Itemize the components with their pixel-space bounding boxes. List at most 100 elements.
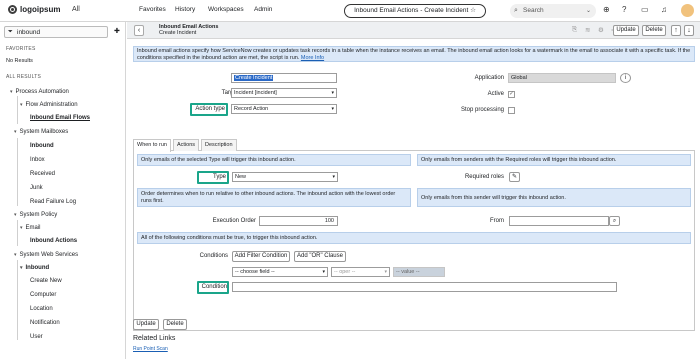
required-roles-label: Required roles [464, 174, 504, 180]
global-search-input[interactable]: ⌕ Search ⌄ [510, 4, 596, 18]
form-subtitle: Create Incident [159, 30, 197, 36]
top-navigation-bar: logoipsum All Favorites History Workspac… [0, 0, 700, 22]
active-checkbox[interactable]: ✓ [508, 91, 515, 98]
chevron-down-icon: ▾ [20, 102, 23, 108]
sidebar-item-system-policy[interactable]: ▾ System Policy [14, 212, 57, 218]
logo[interactable]: logoipsum [8, 5, 60, 14]
add-or-clause-button[interactable]: Add "OR" Clause [294, 251, 346, 262]
type-select[interactable]: New ▾ [232, 172, 338, 182]
all-results-heading: ALL RESULTS [6, 74, 41, 80]
sidebar-item-computer[interactable]: Computer [30, 292, 56, 298]
user-avatar[interactable] [681, 4, 694, 17]
from-field[interactable] [509, 216, 609, 226]
active-label: Active [487, 91, 504, 97]
more-info-link[interactable]: More Info [301, 55, 324, 61]
nav-admin[interactable]: Admin [254, 6, 272, 13]
chevron-down-icon: ▾ [14, 129, 17, 135]
sidebar-item-email[interactable]: ▾ Email [20, 225, 41, 231]
sidebar-item-label: System Mailboxes [19, 129, 69, 135]
info-icon[interactable]: i [620, 73, 631, 83]
sidebar-item-flow-administration[interactable]: ▾ Flow Administration [20, 102, 78, 108]
tab-actions[interactable]: Actions [173, 139, 200, 151]
sidebar-item-received[interactable]: Received [30, 171, 55, 177]
action-type-value: Record Action [234, 106, 269, 112]
search-icon[interactable]: ⌕ [609, 216, 620, 226]
execution-order-label: Execution Order [212, 218, 256, 224]
name-field[interactable]: Create Incident [231, 73, 337, 83]
stop-processing-checkbox[interactable] [508, 107, 515, 114]
form-area: ‹ Inbound Email Actions Create Incident … [127, 22, 700, 359]
tree-guide [17, 220, 18, 246]
pin-icon[interactable]: ✚ [114, 27, 120, 35]
help-icon[interactable]: ? [622, 5, 626, 14]
chevron-down-icon: ▾ [14, 212, 17, 218]
condition-field-select[interactable]: -- choose field -- ▾ [232, 267, 328, 277]
sidebar-item-create-new[interactable]: Create New [30, 278, 62, 284]
search-placeholder: Search [523, 7, 544, 14]
sidebar-item-label: Inbound [25, 265, 50, 271]
type-note: Only emails of the selected Type will tr… [137, 154, 411, 166]
all-menu-tab[interactable]: All [72, 6, 80, 13]
notifications-bell-icon[interactable]: ♫ [661, 5, 667, 14]
navigator-filter-input[interactable]: ⏷ inbound [4, 26, 108, 38]
sidebar-item-system-web-services[interactable]: ▾ System Web Services [14, 252, 78, 258]
from-label: From [490, 218, 504, 224]
execution-order-field[interactable]: 100 [259, 216, 338, 226]
action-type-label: Action type [195, 106, 225, 112]
update-button-bottom[interactable]: Update [133, 319, 159, 330]
nav-history[interactable]: History [175, 6, 195, 13]
edit-pencil-icon[interactable]: ✎ [509, 172, 520, 182]
target-table-select[interactable]: Incident [incident] ▾ [231, 88, 337, 98]
application-label: Application [474, 75, 504, 81]
sidebar-item-notification[interactable]: Notification [30, 320, 60, 326]
globe-icon[interactable]: ⊕ [603, 5, 610, 14]
tab-description[interactable]: Description [201, 139, 237, 151]
sidebar-item-read-failure-log[interactable]: Read Failure Log [30, 199, 76, 205]
attachment-icon[interactable]: ⎘ [572, 26, 577, 34]
context-record-pill[interactable]: Inbound Email Actions - Create Incident … [344, 4, 486, 18]
sidebar-item-inbound[interactable]: Inbound [30, 143, 54, 149]
sidebar-item-inbound-email-flows[interactable]: Inbound Email Flows [30, 115, 90, 121]
target-table-value: Incident [incident] [234, 90, 277, 96]
condition-operator-select[interactable]: -- oper -- ▾ [331, 267, 390, 277]
delete-button[interactable]: Delete [642, 25, 666, 36]
sidebar-navigator: ⏷ inbound ✚ FAVORITES No Results ALL RES… [0, 22, 126, 359]
condition-field[interactable] [232, 282, 617, 292]
favorites-heading: FAVORITES [6, 46, 36, 52]
next-record-button[interactable]: ↓ [684, 25, 694, 36]
nav-workspaces[interactable]: Workspaces [208, 6, 244, 13]
sidebar-item-user[interactable]: User [30, 334, 43, 340]
activity-icon[interactable]: ≋ [585, 26, 590, 34]
choose-field-value: -- choose field -- [235, 269, 275, 275]
sidebar-item-inbound-web-services[interactable]: ▾ Inbound [20, 265, 49, 271]
sidebar-item-system-mailboxes[interactable]: ▾ System Mailboxes [14, 129, 68, 135]
stop-processing-label: Stop processing [460, 107, 504, 113]
settings-icon[interactable]: ⚙ [598, 26, 604, 34]
sidebar-item-inbound-actions[interactable]: Inbound Actions [30, 238, 77, 244]
from-note: Only emails from this sender will trigge… [417, 188, 691, 207]
sidebar-item-inbox[interactable]: Inbox [30, 157, 45, 163]
chevron-down-icon: ▾ [331, 90, 334, 96]
nav-favorites[interactable]: Favorites [139, 6, 166, 13]
sidebar-item-process-automation[interactable]: ▾ Process Automation [10, 89, 69, 95]
chevron-down-icon: ▾ [332, 174, 335, 180]
form-tabs: When to run Actions Description [133, 138, 695, 152]
search-icon: ⌕ [514, 7, 518, 14]
sidebar-item-label: System Policy [19, 212, 58, 218]
sidebar-item-junk[interactable]: Junk [30, 185, 43, 191]
type-value: New [235, 174, 247, 180]
update-button[interactable]: Update [613, 25, 639, 36]
sidebar-item-location[interactable]: Location [30, 306, 53, 312]
chevron-down-icon: ▾ [384, 269, 387, 275]
run-point-scan-link[interactable]: Run Point Scan [133, 346, 168, 352]
conditions-note: All of the following conditions must be … [137, 232, 691, 244]
add-filter-condition-button[interactable]: Add Filter Condition [232, 251, 290, 262]
chat-icon[interactable]: ▭ [641, 5, 649, 14]
back-button[interactable]: ‹ [134, 25, 144, 36]
sidebar-item-label: Flow Administration [25, 102, 78, 108]
action-type-select[interactable]: Record Action ▾ [231, 104, 337, 114]
previous-record-button[interactable]: ↑ [671, 25, 681, 36]
condition-value-field[interactable]: -- value -- [393, 267, 445, 277]
delete-button-bottom[interactable]: Delete [163, 319, 187, 330]
oper-value: -- oper -- [334, 269, 356, 275]
